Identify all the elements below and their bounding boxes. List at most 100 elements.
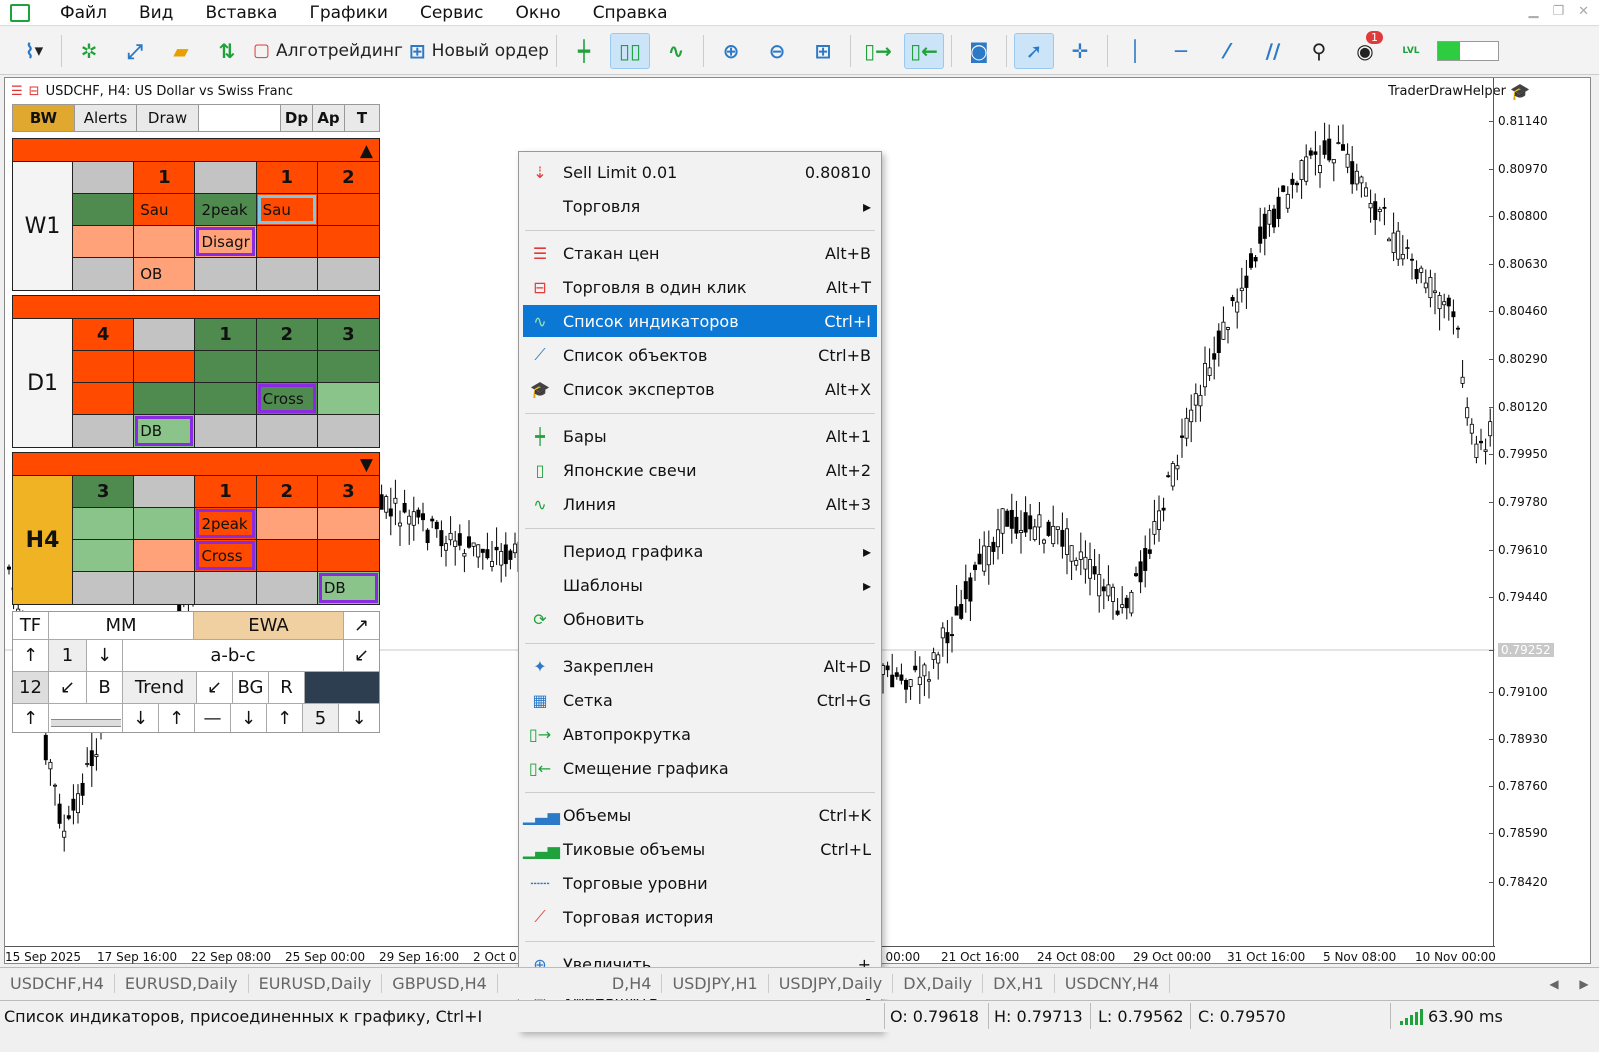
h4-cell[interactable] — [134, 476, 196, 508]
d1-cell[interactable]: 1 — [195, 319, 257, 351]
w1-cell[interactable]: Sau — [134, 194, 196, 226]
h4-cell[interactable]: 3 — [317, 476, 379, 508]
w1-cell[interactable] — [317, 258, 379, 290]
trendline-button[interactable]: ⁄ — [1207, 33, 1247, 69]
d1-cell[interactable] — [317, 351, 379, 383]
width-field[interactable]: 5 — [303, 704, 339, 732]
b-button[interactable]: B — [87, 672, 123, 703]
abc-button[interactable]: a-b-c — [123, 640, 344, 671]
d1-cell[interactable]: Cross — [256, 383, 318, 415]
chart-tab[interactable]: DX,Daily — [893, 974, 984, 993]
minimize-icon[interactable]: ▁ — [1528, 4, 1538, 19]
autoscroll-button[interactable]: ▯→ — [858, 33, 898, 69]
context-menu-item[interactable]: ∿ Список индикаторов Ctrl+I — [523, 305, 877, 337]
arrow-up-icon[interactable]: ↑ — [13, 640, 49, 671]
line-style-field[interactable] — [49, 704, 123, 732]
d1-cell[interactable] — [317, 415, 379, 447]
context-menu-item[interactable]: ▯ Японские свечи Alt+2 — [523, 454, 877, 486]
h4-cell[interactable] — [317, 540, 379, 572]
w1-cell[interactable]: 2 — [317, 162, 379, 194]
menu-help[interactable]: Справка — [577, 3, 684, 23]
d1-cell[interactable] — [73, 383, 135, 415]
h4-cell[interactable]: DB — [317, 572, 379, 604]
menu-tools[interactable]: Сервис — [404, 3, 500, 23]
new-order-button[interactable]: ⊞ Новый ордер — [409, 33, 549, 69]
h4-header-bar[interactable]: ▼ — [12, 452, 380, 476]
w1-cell[interactable] — [134, 226, 196, 258]
w1-cell[interactable] — [73, 194, 135, 226]
context-menu-item[interactable]: ⟋ Торговая история — [523, 901, 877, 933]
candles-button[interactable]: ▯▯ — [609, 32, 650, 69]
arrow-down-left-icon[interactable]: ↙ — [197, 672, 233, 703]
context-menu-item[interactable]: ⟳ Обновить — [523, 603, 877, 635]
screenshot-button[interactable]: ◙ — [959, 33, 999, 69]
context-menu-item[interactable]: ⇣ Sell Limit 0.01 0.80810 — [523, 156, 877, 188]
context-menu-item[interactable]: ▯→ Автопрокрутка — [523, 718, 877, 750]
context-menu-item[interactable]: Торговля ▸ — [523, 190, 877, 222]
d1-cell[interactable]: 4 — [73, 319, 135, 351]
tab-next-icon[interactable]: ▶ — [1579, 977, 1588, 991]
arrow-down-left-icon[interactable]: ↙ — [344, 640, 379, 671]
tab-bw[interactable]: BW — [13, 105, 75, 131]
context-menu-item[interactable]: ▯← Смещение графика — [523, 752, 877, 784]
menu-charts[interactable]: Графики — [293, 3, 403, 23]
d1-cell[interactable] — [195, 415, 257, 447]
tab-prev-icon[interactable]: ◀ — [1549, 977, 1558, 991]
d1-cell[interactable] — [256, 415, 318, 447]
tab-draw[interactable]: Draw — [137, 105, 199, 131]
h4-cell[interactable]: Cross — [195, 540, 257, 572]
h4-cell[interactable]: 3 — [73, 476, 135, 508]
d1-cell[interactable] — [256, 351, 318, 383]
tab-blank[interactable] — [199, 105, 281, 131]
level-button[interactable]: LVL — [1391, 33, 1431, 69]
arrow-up-icon[interactable]: ↑ — [13, 704, 49, 732]
context-menu-item[interactable]: ✦ Закреплен Alt+D — [523, 650, 877, 682]
h4-cell[interactable] — [256, 540, 318, 572]
context-menu-item[interactable]: ▦ Сетка Ctrl+G — [523, 684, 877, 716]
h4-cell[interactable] — [73, 540, 135, 572]
w1-header-bar[interactable]: ▲ — [12, 138, 380, 162]
w1-cell[interactable] — [256, 226, 318, 258]
chart-shift-button[interactable]: ▯← — [903, 32, 944, 69]
triangle-up-icon[interactable]: ▲ — [360, 141, 373, 161]
h4-cell[interactable] — [134, 540, 196, 572]
arrow-up-icon[interactable]: ↑ — [267, 704, 303, 732]
arrow-down-left-icon[interactable]: ↙ — [49, 672, 87, 703]
context-menu-item[interactable]: ∿ Линия Alt+3 — [523, 488, 877, 520]
zoom-in-button[interactable]: ⊕ — [711, 33, 751, 69]
tf-button[interactable]: TF — [13, 612, 49, 639]
arrow-up-icon[interactable]: ↑ — [159, 704, 195, 732]
crosshair-button[interactable]: ✛ — [1060, 33, 1100, 69]
new-chart-button[interactable]: ⤢ — [115, 33, 155, 69]
tab-t[interactable]: T — [345, 105, 379, 131]
h4-cell[interactable] — [256, 572, 318, 604]
w1-cell[interactable] — [256, 258, 318, 290]
chart-tab[interactable]: DX,H1 — [983, 974, 1055, 993]
restore-icon[interactable]: ❐ — [1552, 4, 1564, 19]
bars-button[interactable]: ┿ — [564, 33, 604, 69]
d1-cell[interactable] — [73, 351, 135, 383]
cursor-button[interactable]: ➚ — [1013, 32, 1054, 69]
w1-cell[interactable]: Sau — [256, 194, 318, 226]
chart-tab[interactable]: USDJPY,Daily — [769, 974, 894, 993]
chart-tab[interactable]: USDCNY,H4 — [1055, 974, 1171, 993]
h4-cell[interactable] — [134, 572, 196, 604]
search-button[interactable]: ⚲ — [1299, 33, 1339, 69]
close-icon[interactable]: ✕ — [1578, 4, 1589, 19]
chart-tab[interactable]: EURUSD,Daily — [115, 974, 249, 993]
context-menu-item[interactable]: ⊟ Торговля в один клик Alt+T — [523, 271, 877, 303]
h4-cell[interactable] — [134, 508, 196, 540]
d1-cell[interactable]: DB — [134, 415, 196, 447]
w1-cell[interactable]: 1 — [134, 162, 196, 194]
chart-tab[interactable]: GBPUSD,H4 — [382, 974, 498, 993]
context-menu-item[interactable]: ▁▃▅ Объемы Ctrl+K — [523, 799, 877, 831]
context-menu-item[interactable]: ┄┄ Торговые уровни — [523, 867, 877, 899]
trade-button[interactable]: ⇅ — [207, 33, 247, 69]
d1-cell[interactable]: 3 — [317, 319, 379, 351]
chart-tab[interactable]: D,H4 — [602, 974, 663, 993]
trend-button[interactable]: Trend — [123, 672, 197, 703]
w1-cell[interactable]: OB — [134, 258, 196, 290]
dash-icon[interactable]: — — [195, 704, 231, 732]
ewa-button[interactable]: EWA — [194, 612, 344, 639]
h4-cell[interactable] — [317, 508, 379, 540]
